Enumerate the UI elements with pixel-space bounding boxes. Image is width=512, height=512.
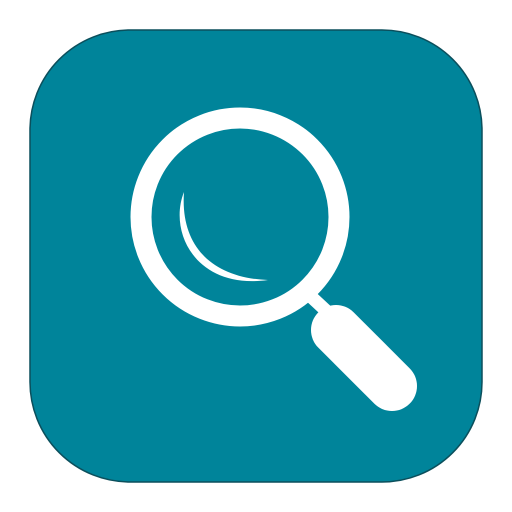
icon-tile <box>29 29 483 483</box>
search-app-icon[interactable] <box>0 0 512 512</box>
icon-canvas <box>0 0 512 512</box>
